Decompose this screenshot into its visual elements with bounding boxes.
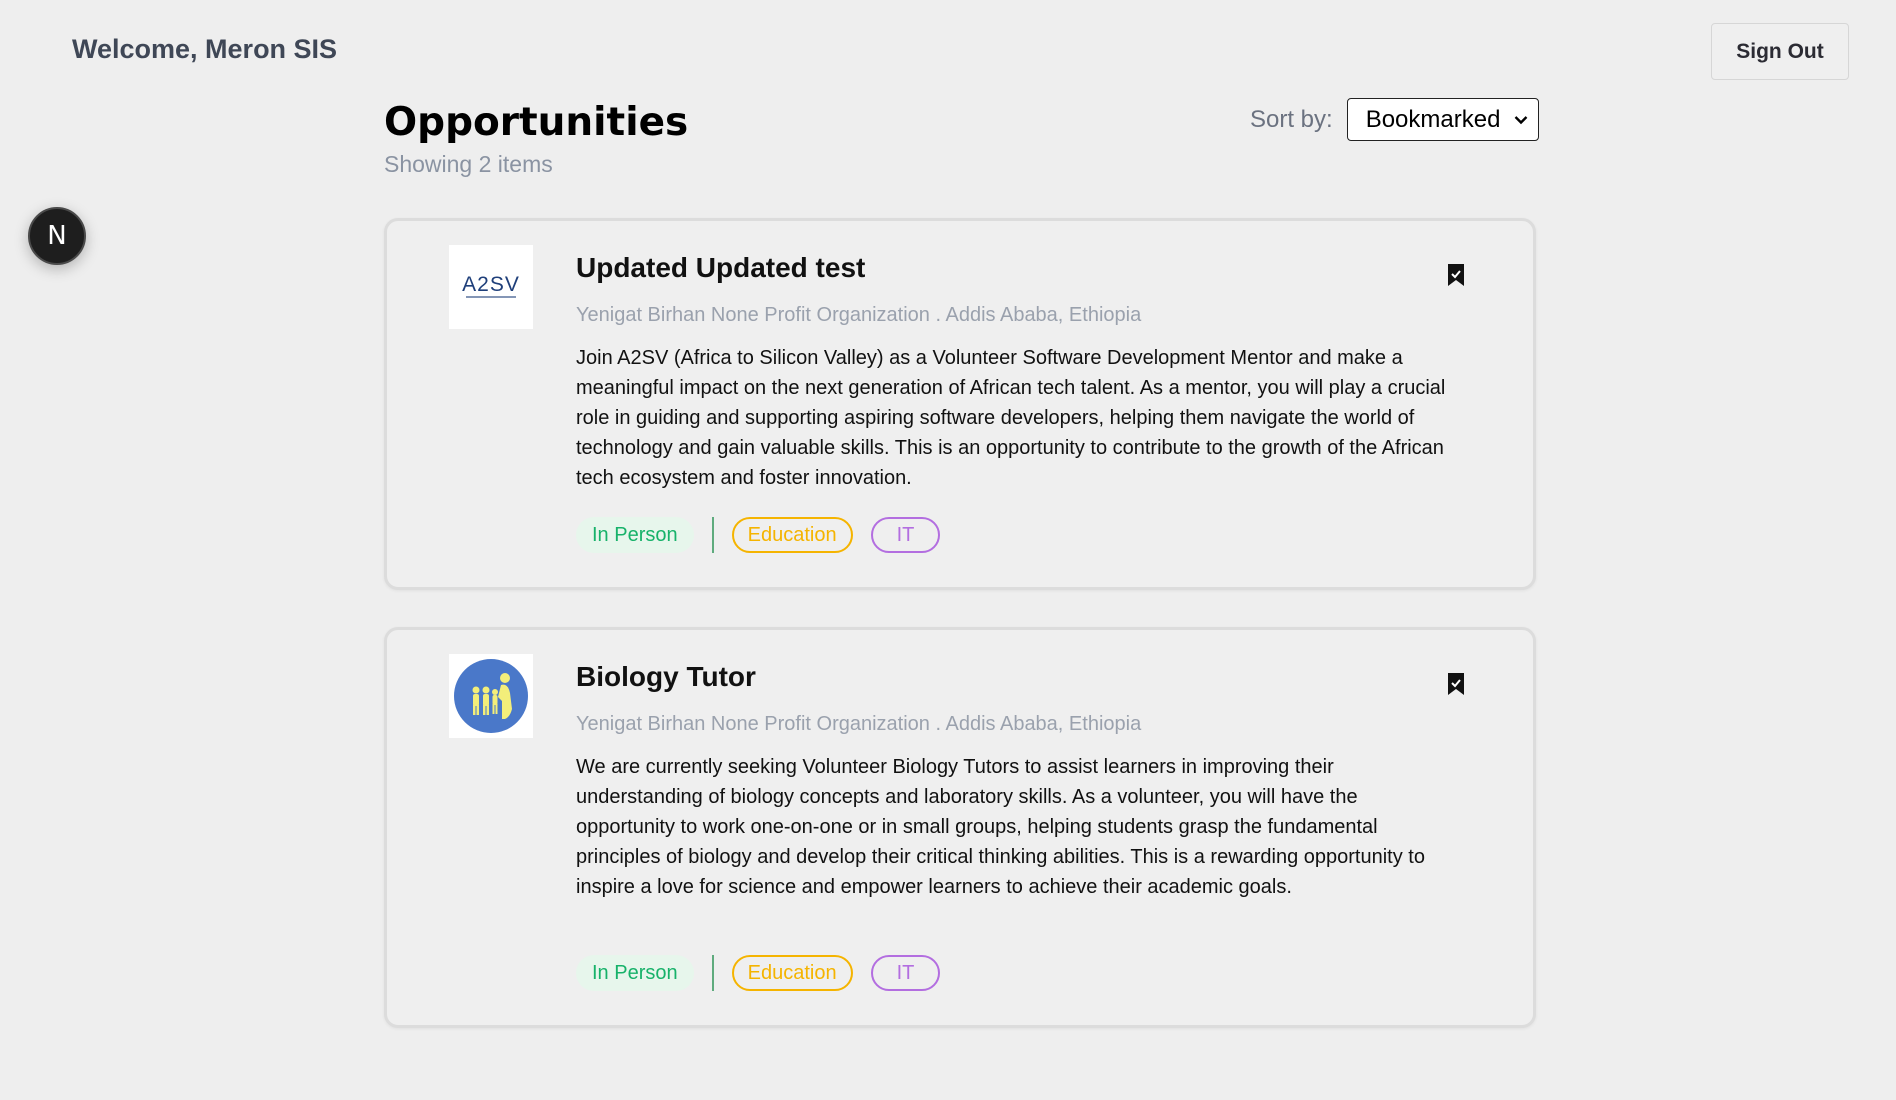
opportunity-tags: In Person Education IT <box>576 955 941 991</box>
sort-selected-value: Bookmarked <box>1365 105 1501 133</box>
items-count: Showing 2 items <box>384 151 553 177</box>
opportunity-org-location: Yenigat Birhan None Profit Organization … <box>576 713 1142 735</box>
org-logo <box>449 654 533 738</box>
page-title: Opportunities <box>384 100 689 145</box>
sign-out-button[interactable]: Sign Out <box>1711 23 1849 80</box>
bookmark-filled-icon[interactable] <box>1446 672 1466 696</box>
sort-select[interactable]: Bookmarked <box>1346 98 1539 141</box>
welcome-text: Welcome, Meron SIS <box>72 34 338 64</box>
tag-education: Education <box>731 517 853 553</box>
svg-text:A2SV: A2SV <box>462 273 520 296</box>
tag-in-person: In Person <box>576 517 694 553</box>
opportunity-title[interactable]: Updated Updated test <box>576 252 865 284</box>
opportunity-description: We are currently seeking Volunteer Biolo… <box>576 756 1425 898</box>
sort-label: Sort by: <box>1250 105 1333 133</box>
opportunity-card[interactable]: Biology Tutor Yenigat Birhan None Profit… <box>384 627 1536 1028</box>
biology-tutor-logo-icon <box>454 659 528 733</box>
sort-control: Sort by: Bookmarked <box>1250 98 1539 141</box>
opportunity-description: Join A2SV (Africa to Silicon Valley) as … <box>576 347 1446 489</box>
tag-it: IT <box>870 955 941 991</box>
chevron-down-icon <box>1514 115 1528 124</box>
tag-it: IT <box>870 517 941 553</box>
tag-in-person: In Person <box>576 955 694 991</box>
opportunity-card[interactable]: A2SV Updated Updated test Yenigat Birhan… <box>384 218 1536 590</box>
tag-divider <box>711 955 714 991</box>
n-badge-button[interactable]: N <box>28 207 86 265</box>
bookmark-filled-icon[interactable] <box>1446 263 1466 287</box>
opportunity-title[interactable]: Biology Tutor <box>576 661 756 693</box>
n-badge-letter: N <box>47 221 67 251</box>
a2sv-logo-icon: A2SV <box>462 273 520 298</box>
opportunity-tags: In Person Education IT <box>576 517 941 553</box>
tag-divider <box>711 517 714 553</box>
org-logo: A2SV <box>449 245 533 329</box>
tag-education: Education <box>731 955 853 991</box>
opportunity-org-location: Yenigat Birhan None Profit Organization … <box>576 304 1142 326</box>
